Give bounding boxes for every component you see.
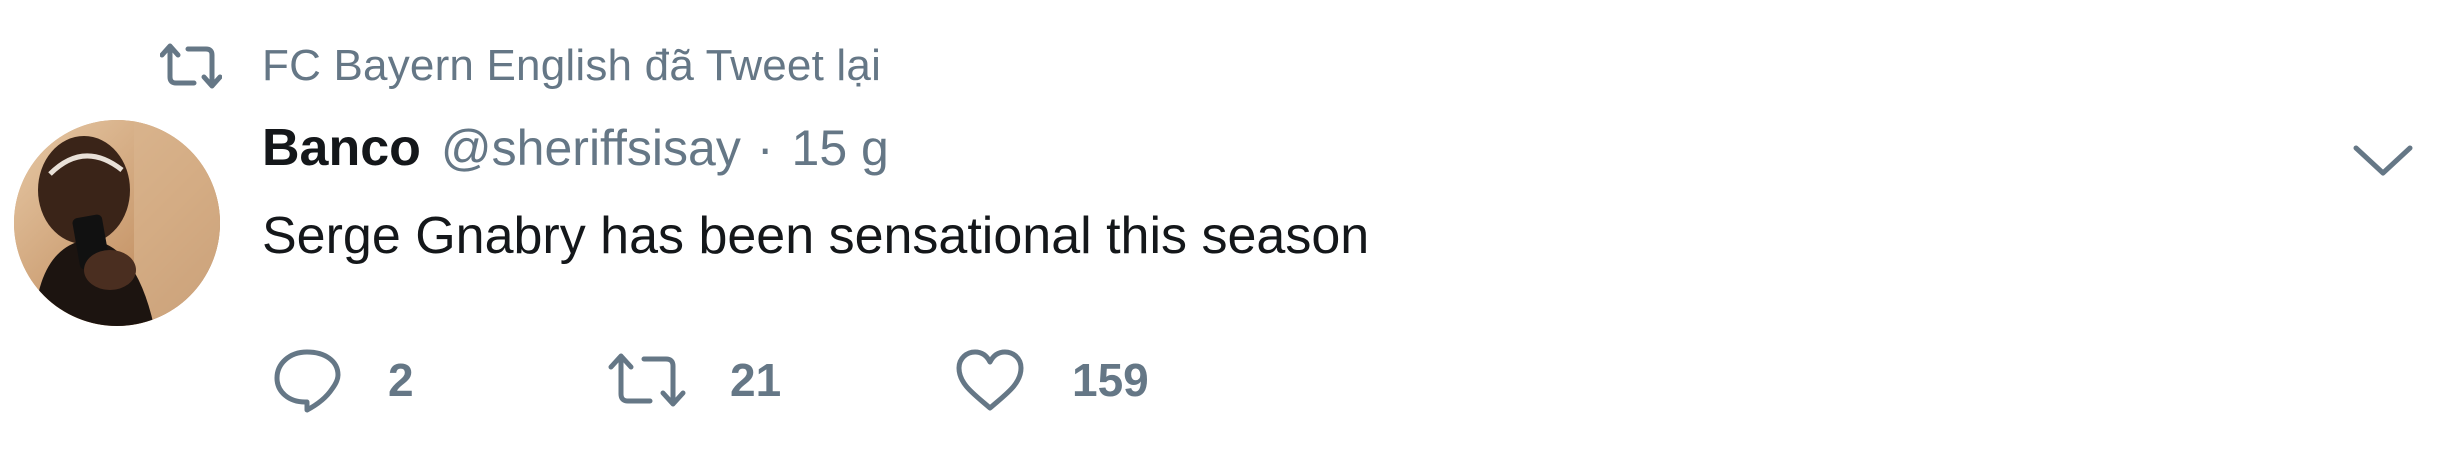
retweet-icon [159, 43, 223, 89]
retweet-context-label[interactable]: FC Bayern English đã Tweet lại [262, 41, 881, 91]
retweet-context: FC Bayern English đã Tweet lại [159, 36, 881, 96]
like-count: 159 [1072, 354, 1149, 406]
chevron-down-icon[interactable] [2350, 140, 2416, 180]
heart-icon [954, 348, 1026, 412]
tweet-text: Serge Gnabry has been sensational this s… [262, 207, 1370, 265]
reply-count: 2 [388, 354, 414, 406]
retweet-icon [608, 352, 686, 408]
tweet-header: Banco @sheriffsisay · 15 g [262, 118, 889, 192]
display-name[interactable]: Banco [262, 118, 421, 178]
tweet-actions: 2 21 159 [272, 345, 1149, 415]
username[interactable]: @sheriffsisay [441, 119, 741, 177]
avatar[interactable] [14, 120, 220, 326]
like-button[interactable]: 159 [954, 345, 1149, 415]
timestamp[interactable]: 15 g [792, 119, 889, 177]
reply-icon [272, 347, 342, 413]
reply-button[interactable]: 2 [272, 345, 608, 415]
retweet-button[interactable]: 21 [608, 345, 954, 415]
tweet[interactable]: FC Bayern English đã Tweet lại Banco @sh… [0, 0, 2454, 450]
retweet-count: 21 [730, 354, 782, 406]
separator-dot: · [756, 120, 774, 176]
